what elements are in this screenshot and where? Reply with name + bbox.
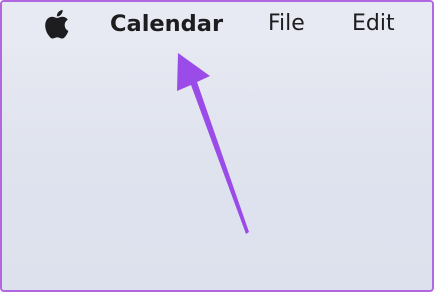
menu-edit[interactable]: Edit [352,7,395,41]
apple-logo-icon[interactable] [42,8,70,40]
menu-file[interactable]: File [268,7,305,41]
menu-app-calendar[interactable]: Calendar [110,7,223,41]
menu-bar: Calendar File Edit [2,2,432,48]
screenshot-frame: Calendar File Edit [0,0,434,292]
